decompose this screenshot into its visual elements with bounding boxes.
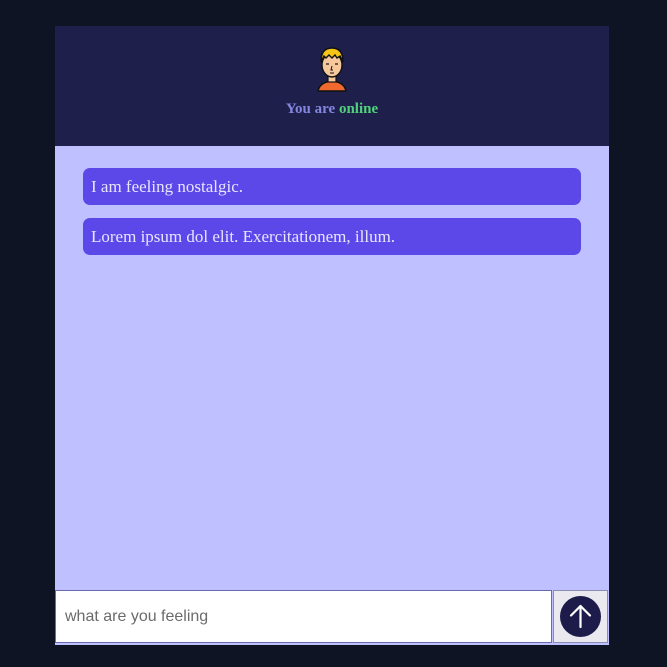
message-bubble: Lorem ipsum dol elit. Exercitationem, il…	[83, 218, 581, 255]
online-status: You are online	[55, 101, 609, 118]
arrow-up-icon	[569, 604, 592, 629]
chat-app: You are online I am feeling nostalgic. L…	[55, 26, 609, 645]
message-input[interactable]	[55, 590, 552, 643]
message-bubble: I am feeling nostalgic.	[83, 168, 581, 205]
status-prefix: You are	[285, 101, 336, 117]
status-online-value: online	[338, 101, 379, 117]
send-button-container	[553, 590, 608, 643]
message-list: I am feeling nostalgic. Lorem ipsum dol …	[83, 168, 581, 268]
composer	[55, 590, 609, 645]
user-avatar-icon	[316, 45, 348, 93]
send-button[interactable]	[560, 596, 601, 637]
chat-header: You are online	[55, 26, 609, 146]
